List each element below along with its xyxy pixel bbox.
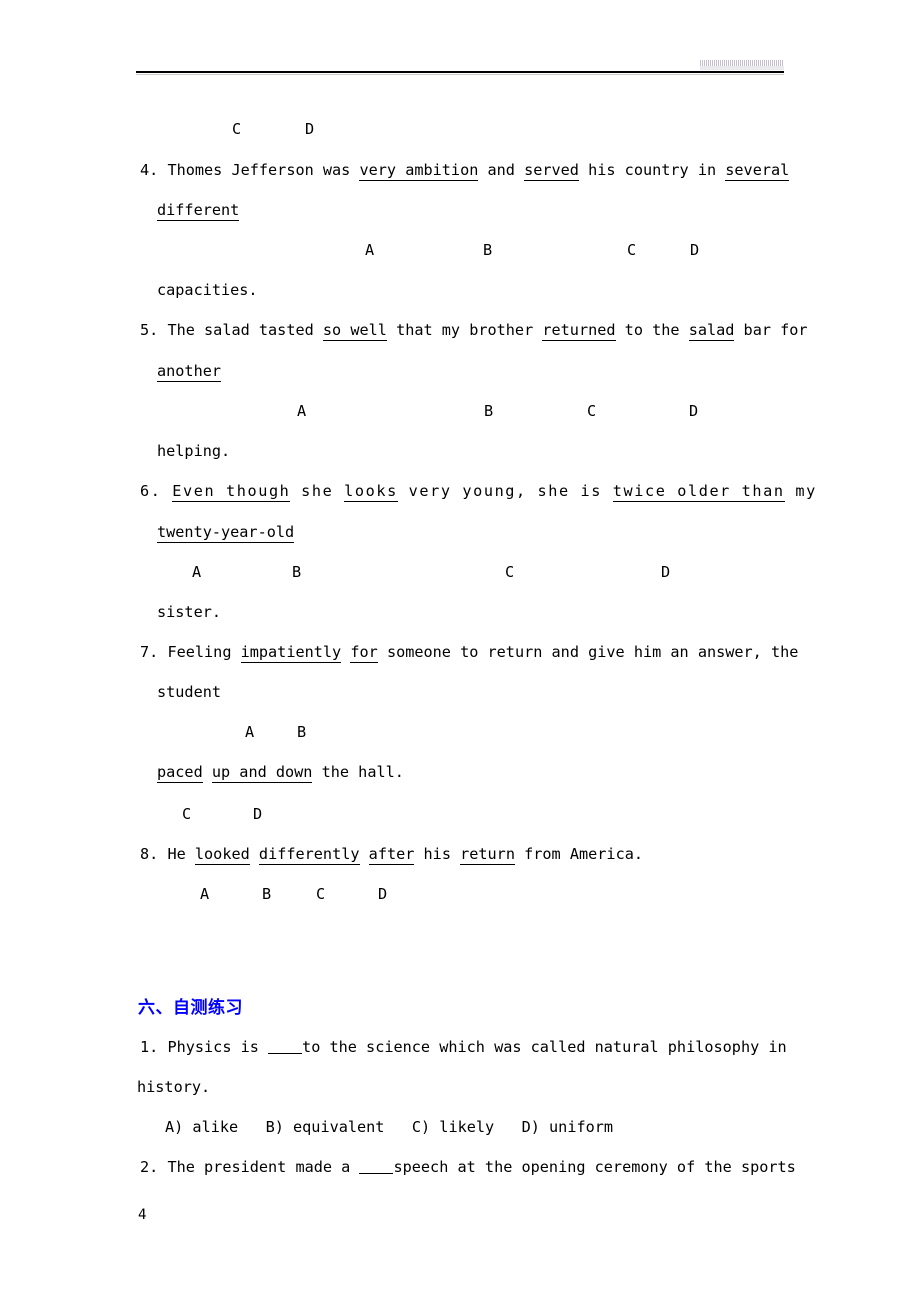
- underlined-phrase: twice older than: [612, 482, 785, 502]
- marker-item7-c: C: [182, 805, 192, 823]
- marker-item5-c: C: [587, 402, 597, 420]
- question-item-4-wrap: different: [157, 201, 240, 221]
- underlined-phrase: differently: [258, 845, 360, 865]
- question-item-7: 7. Feeling impatiently for someone to re…: [140, 643, 799, 663]
- answer-blank: [268, 1053, 303, 1054]
- question-item-6: 6. Even though she looks very young, she…: [140, 482, 817, 502]
- underlined-phrase: so well: [322, 321, 387, 341]
- header-rule-divider-secondary: [136, 74, 784, 75]
- page-number: 4: [138, 1207, 147, 1223]
- underlined-phrase: served: [524, 161, 579, 181]
- marker-item8-a: A: [200, 885, 210, 903]
- marker-item5-b: B: [484, 402, 494, 420]
- underlined-phrase: up and down: [211, 763, 313, 783]
- question-item-6-tail: sister.: [157, 603, 222, 621]
- marker-item4-a: A: [365, 241, 375, 259]
- underlined-phrase: Even though: [172, 482, 291, 502]
- underlined-phrase: salad: [688, 321, 735, 341]
- answer-blank: [359, 1173, 394, 1174]
- marker-item7-b: B: [297, 723, 307, 741]
- page-header: [136, 58, 784, 80]
- marker-item8-b: B: [262, 885, 272, 903]
- underlined-phrase: twenty-year-old: [157, 523, 295, 543]
- header-watermark-artifact-bar-icon: [700, 66, 784, 70]
- question-item-4: 4. Thomes Jefferson was very ambition an…: [140, 161, 790, 181]
- marker-item7-a: A: [245, 723, 255, 741]
- marker-item5-d: D: [689, 402, 699, 420]
- question-item-4-tail: capacities.: [157, 281, 258, 299]
- marker-item6-c: C: [505, 563, 515, 581]
- question-item-5-wrap: another: [157, 362, 222, 382]
- underlined-phrase: return: [460, 845, 515, 865]
- marker-item6-b: B: [292, 563, 302, 581]
- marker-item5-a: A: [297, 402, 307, 420]
- question-item-8: 8. He looked differently after his retur…: [140, 845, 643, 865]
- underlined-phrase: several: [725, 161, 790, 181]
- marker-row-carryover-c: C: [232, 120, 242, 138]
- self-test-question-1: 1. Physics is to the science which was c…: [140, 1038, 787, 1056]
- underlined-phrase: another: [157, 362, 222, 382]
- underlined-phrase: looks: [344, 482, 398, 502]
- question-item-6-wrap: twenty-year-old: [157, 523, 295, 543]
- self-test-question-1-wrap: history.: [137, 1078, 211, 1096]
- document-page: C D 4. Thomes Jefferson was very ambitio…: [0, 0, 920, 1302]
- underlined-phrase: impatiently: [240, 643, 342, 663]
- question-item-7-tail: paced up and down the hall.: [157, 763, 404, 783]
- marker-row-carryover-d: D: [305, 120, 315, 138]
- underlined-phrase: different: [157, 201, 240, 221]
- self-test-question-2: 2. The president made a speech at the op…: [140, 1158, 796, 1176]
- underlined-phrase: after: [368, 845, 415, 865]
- underlined-phrase: paced: [157, 763, 203, 783]
- marker-item6-a: A: [192, 563, 202, 581]
- question-item-7-wrap: student: [157, 683, 222, 701]
- marker-item7-d: D: [253, 805, 263, 823]
- marker-item8-c: C: [316, 885, 326, 903]
- underlined-phrase: returned: [542, 321, 616, 341]
- marker-item4-d: D: [690, 241, 700, 259]
- header-rule-divider: [136, 71, 784, 73]
- marker-item4-b: B: [483, 241, 493, 259]
- underlined-phrase: very ambition: [359, 161, 479, 181]
- underlined-phrase: for: [350, 643, 378, 663]
- question-item-5: 5. The salad tasted so well that my brot…: [140, 321, 808, 341]
- question-item-5-tail: helping.: [157, 442, 231, 460]
- marker-item8-d: D: [378, 885, 388, 903]
- self-test-question-1-options: A) alike B) equivalent C) likely D) unif…: [165, 1118, 614, 1136]
- underlined-phrase: looked: [194, 845, 250, 865]
- section-heading-self-test: 六、自测练习: [138, 998, 243, 1018]
- marker-item6-d: D: [661, 563, 671, 581]
- marker-item4-c: C: [627, 241, 637, 259]
